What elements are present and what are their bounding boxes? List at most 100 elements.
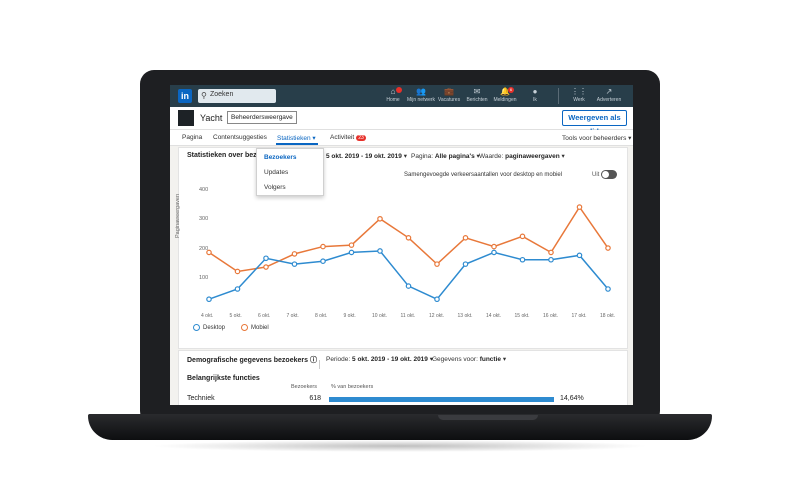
nav-item-werk[interactable]: ⋮⋮ Werk [562,87,596,105]
data-point-mobiel[interactable] [377,215,383,222]
data-point-mobiel[interactable] [263,264,269,270]
data-point-mobiel[interactable] [291,251,298,257]
menu-item-volgers[interactable]: Volgers [264,184,286,191]
company-name: Yacht [200,113,223,123]
demographics-title-text: Demografische gegevens bezoekers [187,357,308,364]
top-functions-heading: Belangrijkste functies [187,375,260,382]
data-point-desktop[interactable] [206,296,212,303]
nav-item-adverteren[interactable]: ↗ Adverteren [592,87,626,105]
period-filter[interactable]: Periode: 5 okt. 2019 - 19 okt. 2019 ▾ [326,355,433,363]
data-point-mobiel[interactable] [320,243,326,250]
nav-item-ik[interactable]: ● Ik [518,87,552,105]
x-tick-label: 15 okt. [514,313,530,319]
laptop-shadow [150,440,650,452]
data-for-filter[interactable]: Gegevens voor: functie ▾ [432,355,506,363]
data-point-mobiel[interactable] [234,268,241,275]
col-visitors-header: Bezoekers [291,384,317,390]
x-tick-label: 17 okt. [571,313,587,319]
bell-icon: 🔔 [500,87,510,96]
data-point-mobiel[interactable] [405,235,412,241]
legend-mobiel-marker [241,324,248,331]
data-point-desktop[interactable] [291,261,298,267]
visitor-demographics-card: Demografische gegevens bezoekers ⓘ Perio… [178,350,628,405]
y-tick-label: 100 [199,274,209,281]
data-for-label: Gegevens voor: [432,356,478,363]
grid-icon: ⋮⋮ [571,87,587,96]
function-label: Techniek [187,395,215,402]
search-placeholder: Zoeken [210,91,234,98]
notification-badge [396,87,402,93]
screen: in ⚲ Zoeken ⌂ Home 👥 Mijn netwerk 💼 Vacatures… [170,85,633,405]
laptop-base [88,414,712,440]
demographics-title: Demografische gegevens bezoekers ⓘ [187,355,317,365]
tab-activiteit[interactable]: Activiteit 23 [330,134,366,141]
data-point-mobiel[interactable] [462,235,469,241]
y-tick-label: 300 [199,216,209,223]
activity-badge: 23 [356,135,366,141]
page-header: Yacht Beheerdersweergave Weergeven als l… [170,107,633,136]
statistics-dropdown-menu: Bezoekers Updates Volgers [256,148,324,196]
menu-item-bezoekers[interactable]: Bezoekers [264,154,297,161]
laptop-notch [438,415,538,420]
advertise-icon: ↗ [605,87,613,96]
x-tick-label: 5 okt. [229,313,242,319]
x-tick-label: 11 okt. [400,313,416,319]
nav-item-meldingen[interactable]: 🔔 Meldingen 6 [488,87,522,105]
nav-item-label: Ik [533,97,537,103]
data-point-desktop[interactable] [462,261,469,267]
company-logo [178,110,194,126]
data-point-desktop[interactable] [576,252,583,259]
x-tick-label: 7 okt. [286,313,299,319]
search-icon: ⚲ [201,91,207,100]
data-point-mobiel[interactable] [548,249,554,256]
data-point-desktop[interactable] [519,256,526,263]
x-tick-label: 13 okt. [457,313,473,319]
visitor-statistics-card: Statistieken over bezoe 5 okt. 2019 - 19… [175,147,628,349]
legend-desktop[interactable]: Desktop [193,324,225,331]
data-point-desktop[interactable] [263,255,269,262]
tab-contentsuggesties[interactable]: Contentsuggesties [213,134,267,141]
data-point-desktop[interactable] [348,249,355,256]
data-point-desktop[interactable] [605,286,611,292]
admin-tools-label: Tools voor beheerders [562,135,627,142]
data-point-desktop[interactable] [405,283,412,289]
data-point-mobiel[interactable] [491,243,497,250]
x-tick-label: 6 okt. [258,313,271,319]
x-tick-label: 9 okt. [343,313,356,319]
data-point-desktop[interactable] [548,256,554,263]
search-box[interactable]: ⚲ Zoeken [198,89,276,103]
data-point-desktop[interactable] [434,296,440,303]
help-icon[interactable]: ⓘ [310,357,317,364]
view-as-member-button[interactable]: Weergeven als lid [562,110,627,136]
x-tick-label: 18 okt. [600,313,616,319]
linkedin-logo-icon[interactable]: in [178,89,192,103]
series-line-desktop [208,250,609,301]
nav-item-label: Adverteren [596,97,622,103]
data-point-mobiel[interactable] [519,233,526,240]
menu-item-updates[interactable]: Updates [264,169,288,176]
data-point-desktop[interactable] [377,248,383,254]
chevron-down-icon: ▾ [312,135,316,142]
col-percent-header: % van bezoekers [331,384,374,390]
tab-statistieken-label: Statistieken [277,135,311,142]
admin-tools-menu[interactable]: Tools voor beheerders ▾ [562,134,631,142]
legend-mobiel[interactable]: Mobiel [241,324,269,331]
x-tick-label: 8 okt. [315,313,328,319]
data-point-mobiel[interactable] [576,204,583,210]
nav-item-label: Meldingen [493,97,517,103]
data-point-mobiel[interactable] [348,242,355,248]
data-point-mobiel[interactable] [605,245,611,251]
period-label: Periode: [326,356,351,363]
tab-statistieken[interactable]: Statistieken ▾ [277,134,316,142]
data-point-mobiel[interactable] [434,261,440,267]
tab-pagina[interactable]: Pagina [182,134,202,141]
function-count: 618 [309,395,321,402]
legend-desktop-marker [193,324,200,331]
x-tick-label: 16 okt. [543,313,559,319]
nav-item-label: Werk [573,97,585,103]
y-tick-label: 200 [199,245,209,252]
data-point-desktop[interactable] [320,258,326,265]
period-value: 5 okt. 2019 - 19 okt. 2019 [352,356,428,363]
data-point-desktop[interactable] [234,286,241,292]
data-point-desktop[interactable] [491,249,497,256]
